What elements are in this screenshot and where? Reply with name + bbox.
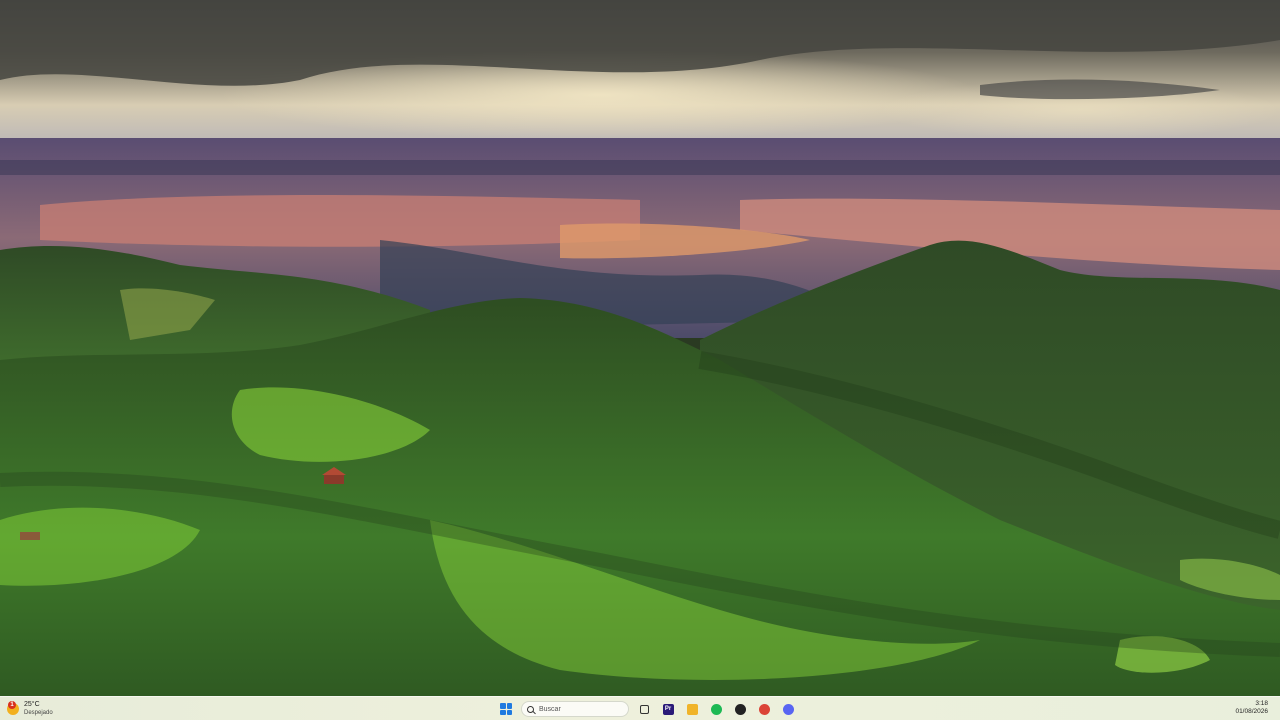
discord-taskbar-button[interactable] [779,700,797,718]
weather-temperature: 25°C [24,701,40,708]
search-box[interactable]: Buscar [521,701,629,717]
spotify-icon [710,703,722,715]
file-explorer-taskbar-button[interactable] [683,700,701,718]
premiere-pro-taskbar-button[interactable]: Pr [659,700,677,718]
premiere-pro-icon: Pr [662,703,674,715]
search-icon [527,705,534,713]
taskbar-center: Buscar Pr [497,699,797,719]
chrome-icon [758,703,770,715]
file-explorer-icon [686,703,698,715]
discord-icon [782,703,794,715]
landscape-image [0,0,1280,696]
start-button[interactable] [497,700,515,718]
app-taskbar-button[interactable] [731,700,749,718]
task-view-icon [639,704,649,714]
clock-time: 3:18 [1255,700,1268,707]
weather-widget[interactable]: 1 25°C Despejado [6,699,53,719]
taskbar: 1 25°C Despejado Buscar Pr 3:18 01/08/20… [0,696,1280,720]
search-placeholder: Buscar [539,705,561,713]
sun-icon: 1 [6,701,20,716]
app-icon [734,703,746,715]
system-clock[interactable]: 3:18 01/08/2026 [1235,700,1268,716]
desktop-wallpaper [0,0,1280,696]
weather-condition: Despejado [24,710,53,716]
weather-alert-badge: 1 [8,701,16,709]
spotify-taskbar-button[interactable] [707,700,725,718]
clock-date: 01/08/2026 [1235,708,1268,715]
windows-logo-icon [500,703,512,715]
chrome-taskbar-button[interactable] [755,700,773,718]
task-view-taskbar-button[interactable] [635,700,653,718]
